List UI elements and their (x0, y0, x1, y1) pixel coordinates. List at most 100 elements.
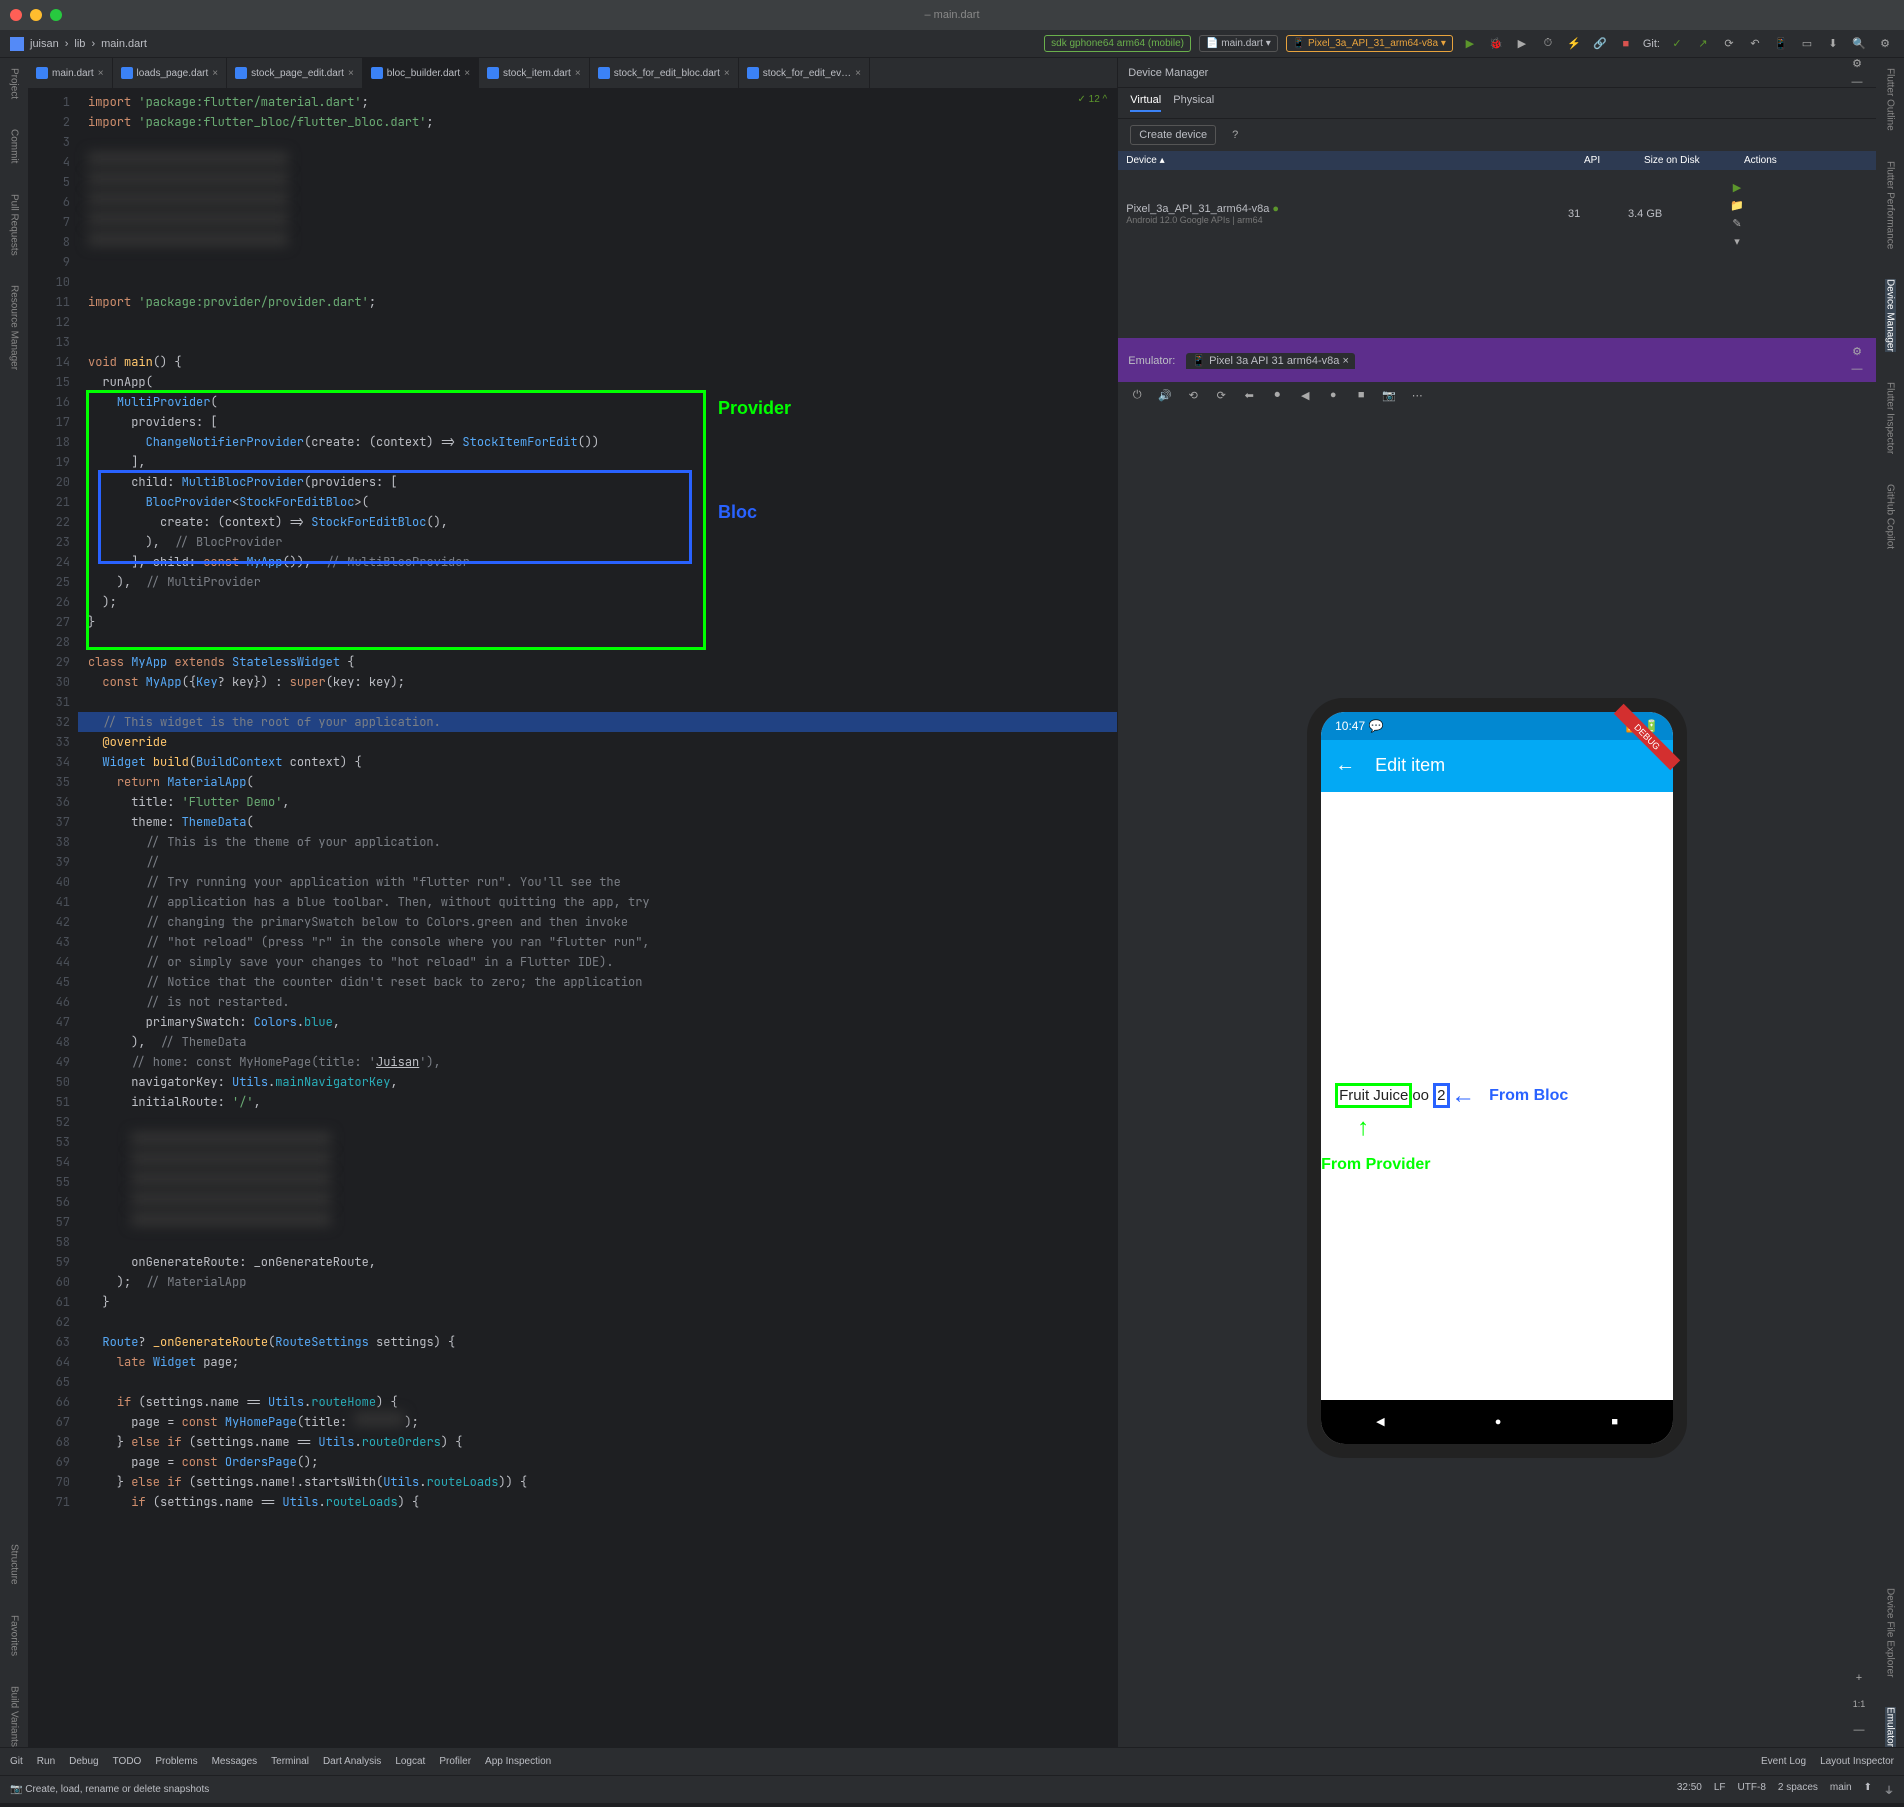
rail-flutter-outline[interactable]: Flutter Outline (1885, 68, 1896, 131)
edit-device-icon[interactable]: ✎ (1728, 214, 1746, 232)
close-tab-icon[interactable]: × (724, 68, 730, 79)
emulator-hide-icon[interactable]: — (1848, 360, 1866, 378)
rail-device-file-explorer[interactable]: Device File Explorer (1885, 1588, 1896, 1677)
editor-tab[interactable]: stock_for_edit_bloc.dart × (590, 58, 739, 88)
tab-physical[interactable]: Physical (1173, 94, 1214, 112)
more-icon[interactable]: ▾ (1728, 232, 1746, 250)
toolwindow-profiler[interactable]: Profiler (439, 1756, 471, 1767)
emulator-toolbar-icon[interactable]: ⋯ (1408, 386, 1426, 404)
editor-body[interactable]: ✓ 12 ^ 123456789101112131415161718192021… (28, 88, 1117, 1747)
emulator-toolbar-icon[interactable]: ⬅ (1240, 386, 1258, 404)
status-item[interactable]: 32:50 (1677, 1782, 1702, 1797)
close-tab-icon[interactable]: × (855, 68, 861, 79)
run-button-icon[interactable]: ▶ (1461, 35, 1479, 53)
gear-icon[interactable]: ⚙ (1848, 55, 1866, 73)
code-content[interactable]: import 'package:flutter/material.dart';i… (78, 88, 1117, 1747)
col-size[interactable]: Size on Disk (1636, 151, 1736, 170)
close-tab-icon[interactable]: × (348, 68, 354, 79)
emulator-chip[interactable]: 📱 Pixel_3a_API_31_arm64-v8a ▾ (1286, 35, 1453, 52)
rail-emulator[interactable]: Emulator (1885, 1707, 1896, 1747)
coverage-icon[interactable]: ▶ (1513, 35, 1531, 53)
run-config-selector[interactable]: 📄 main.dart ▾ (1199, 35, 1278, 52)
create-device-button[interactable]: Create device (1130, 125, 1216, 145)
toolwindow-messages[interactable]: Messages (212, 1756, 258, 1767)
device-row[interactable]: Pixel_3a_API_31_arm64-v8a ● Android 12.0… (1118, 170, 1876, 258)
emulator-toolbar-icon[interactable]: ■ (1352, 386, 1370, 404)
toolwindow-debug[interactable]: Debug (69, 1756, 98, 1767)
maximize-window-icon[interactable] (50, 9, 62, 21)
zoom-out-icon[interactable]: — (1850, 1721, 1868, 1739)
emulator-toolbar-icon[interactable]: 🔊 (1156, 386, 1174, 404)
git-push-icon[interactable]: ↗ (1694, 35, 1712, 53)
status-item[interactable]: main (1830, 1782, 1852, 1797)
profile-icon[interactable]: ⏱ (1539, 35, 1557, 53)
emulator-toolbar-icon[interactable]: ◀ (1296, 386, 1314, 404)
emulator-toolbar-icon[interactable]: ● (1324, 386, 1342, 404)
breadcrumb-folder[interactable]: lib (74, 38, 85, 50)
emulator-tab[interactable]: 📱 Pixel 3a API 31 arm64-v8a × (1186, 353, 1355, 369)
search-icon[interactable]: 🔍 (1850, 35, 1868, 53)
open-folder-icon[interactable]: 📁 (1728, 196, 1746, 214)
device-manager-icon[interactable]: 📱 (1772, 35, 1790, 53)
rail-pull-requests[interactable]: Pull Requests (9, 194, 20, 256)
status-item[interactable]: ⏚ (1884, 1782, 1894, 1797)
toolwindow-problems[interactable]: Problems (155, 1756, 197, 1767)
breadcrumb-project[interactable]: juisan (30, 38, 59, 50)
settings-icon[interactable]: ⚙ (1876, 35, 1894, 53)
nav-home-icon[interactable]: ● (1495, 1416, 1502, 1428)
sdk-icon[interactable]: ⬇ (1824, 35, 1842, 53)
minimize-window-icon[interactable] (30, 9, 42, 21)
zoom-fit-icon[interactable]: 1:1 (1850, 1695, 1868, 1713)
emulator-toolbar-icon[interactable]: ⏺ (1268, 386, 1286, 404)
nav-recent-icon[interactable]: ■ (1611, 1416, 1618, 1428)
phone-screen[interactable]: 10:47 💬 📶 🔋 ← Edit item Fruit Juiceoo 2 … (1321, 712, 1673, 1444)
back-button-icon[interactable]: ← (1335, 754, 1355, 777)
col-device[interactable]: Device ▴ (1118, 151, 1576, 170)
git-update-icon[interactable]: ✓ (1668, 35, 1686, 53)
rail-commit[interactable]: Commit (9, 129, 20, 163)
toolwindow-logcat[interactable]: Logcat (395, 1756, 425, 1767)
status-item[interactable]: UTF-8 (1738, 1782, 1766, 1797)
rail-build-variants[interactable]: Build Variants (9, 1686, 20, 1747)
launch-device-icon[interactable]: ▶ (1728, 178, 1746, 196)
debug-button-icon[interactable]: 🐞 (1487, 35, 1505, 53)
rail-structure[interactable]: Structure (9, 1544, 20, 1585)
editor-tab[interactable]: stock_page_edit.dart × (227, 58, 363, 88)
emulator-gear-icon[interactable]: ⚙ (1848, 342, 1866, 360)
close-window-icon[interactable] (10, 9, 22, 21)
device-selector[interactable]: sdk gphone64 arm64 (mobile) (1044, 35, 1191, 52)
toolwindow-todo[interactable]: TODO (113, 1756, 142, 1767)
editor-tab[interactable]: stock_for_edit_ev… × (739, 58, 870, 88)
rail-flutter-performance[interactable]: Flutter Performance (1885, 161, 1896, 249)
help-icon[interactable]: ? (1226, 126, 1244, 144)
status-item[interactable]: 2 spaces (1778, 1782, 1818, 1797)
rail-project[interactable]: Project (9, 68, 20, 99)
toolwindow-layout-inspector[interactable]: Layout Inspector (1820, 1756, 1894, 1767)
rail-device-manager[interactable]: Device Manager (1885, 279, 1896, 352)
close-tab-icon[interactable]: × (464, 68, 470, 79)
editor-tab[interactable]: main.dart × (28, 58, 113, 88)
emulator-toolbar-icon[interactable]: ⟲ (1184, 386, 1202, 404)
rail-resource-manager[interactable]: Resource Manager (9, 285, 20, 370)
avd-icon[interactable]: ▭ (1798, 35, 1816, 53)
toolwindow-run[interactable]: Run (37, 1756, 55, 1767)
close-tab-icon[interactable]: × (98, 68, 104, 79)
close-tab-icon[interactable]: × (575, 68, 581, 79)
emulator-toolbar-icon[interactable]: ⏻ (1128, 386, 1146, 404)
toolwindow-git[interactable]: Git (10, 1756, 23, 1767)
rail-flutter-inspector[interactable]: Flutter Inspector (1885, 382, 1896, 454)
editor-tab[interactable]: stock_item.dart × (479, 58, 590, 88)
stop-button-icon[interactable]: ■ (1617, 35, 1635, 53)
breadcrumb-file[interactable]: main.dart (101, 38, 147, 50)
hot-reload-icon[interactable]: ⚡ (1565, 35, 1583, 53)
git-history-icon[interactable]: ⟳ (1720, 35, 1738, 53)
rail-github-copilot[interactable]: GitHub Copilot (1885, 484, 1896, 549)
attach-icon[interactable]: 🔗 (1591, 35, 1609, 53)
toolwindow-terminal[interactable]: Terminal (271, 1756, 309, 1767)
tab-virtual[interactable]: Virtual (1130, 94, 1161, 112)
toolwindow-app-inspection[interactable]: App Inspection (485, 1756, 551, 1767)
emulator-toolbar-icon[interactable]: 📷 (1380, 386, 1398, 404)
status-item[interactable]: ⬆ (1864, 1782, 1872, 1797)
git-revert-icon[interactable]: ↶ (1746, 35, 1764, 53)
status-item[interactable]: LF (1714, 1782, 1726, 1797)
